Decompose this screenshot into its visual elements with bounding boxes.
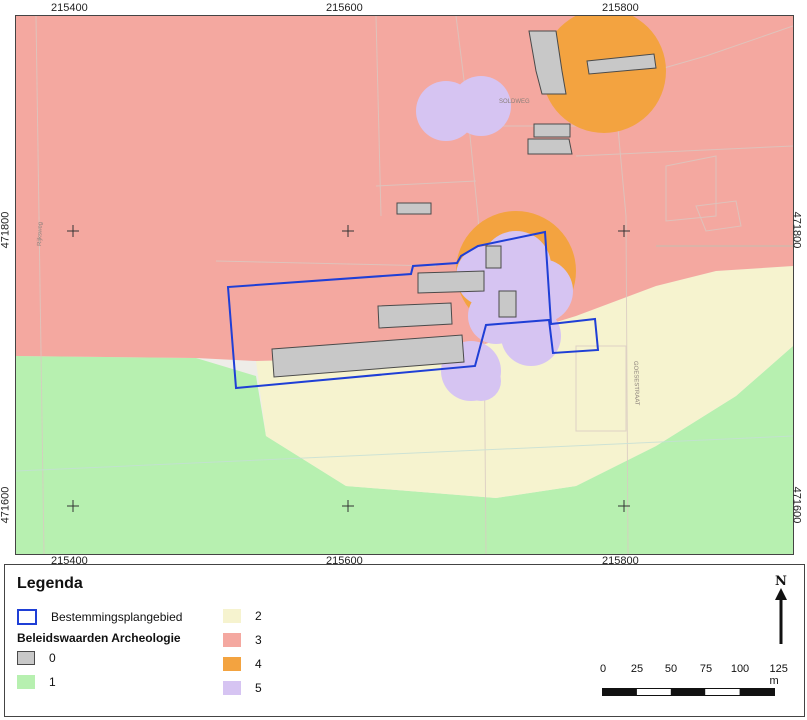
legend-swatch-boundary xyxy=(17,609,37,625)
scalebar-label-100: 100 xyxy=(730,663,750,675)
scalebar-label-50: 50 xyxy=(664,663,678,675)
legend-label-class-2: 2 xyxy=(255,609,262,623)
scalebar-label-125: 125 m xyxy=(769,663,788,687)
coord-top-x-3: 215800 xyxy=(602,2,639,14)
legend-swatch-class-1 xyxy=(17,675,35,689)
legend-label-boundary: Bestemmingsplangebied xyxy=(51,610,183,624)
north-arrow-letter: N xyxy=(775,574,787,589)
street-label-rijksweg: Rijksweg xyxy=(37,222,44,246)
coord-left-y-1: 471800 xyxy=(0,211,12,249)
map-canvas: SOLDWEG GOESESTRAAT Rijksweg xyxy=(16,16,793,554)
legend-section-title: Beleidswaarden Archeologie xyxy=(17,631,181,645)
coord-top-x-2: 215600 xyxy=(326,2,363,14)
legend-item-class-3: 3 xyxy=(223,633,262,647)
legend-label-class-3: 3 xyxy=(255,633,262,647)
coord-right-y-1: 471800 xyxy=(790,211,803,249)
legend-label-class-1: 1 xyxy=(49,675,56,689)
legend-item-class-5: 5 xyxy=(223,681,262,695)
scalebar-labels: 0 25 50 75 100 125 m xyxy=(0,663,807,687)
street-label-soldweg: SOLDWEG xyxy=(499,99,530,105)
coord-left-y-2: 471600 xyxy=(0,486,12,524)
scalebar-label-75: 75 xyxy=(699,663,713,675)
scalebar-label-0: 0 xyxy=(599,663,607,675)
scalebar-label-25: 25 xyxy=(630,663,644,675)
coord-top-x-1: 215400 xyxy=(51,2,88,14)
coord-right-y-2: 471600 xyxy=(790,486,803,524)
legend-item-class-1: 1 xyxy=(17,675,56,689)
legend-item-class-2: 2 xyxy=(223,609,262,623)
legend-swatch-class-2 xyxy=(223,609,241,623)
legend-swatch-class-3 xyxy=(223,633,241,647)
legend-title: Legenda xyxy=(17,575,83,592)
legend-label-class-5: 5 xyxy=(255,681,262,695)
legend-swatch-class-5 xyxy=(223,681,241,695)
north-arrow-icon xyxy=(775,588,787,644)
legend-item-boundary: Bestemmingsplangebied xyxy=(17,609,182,625)
scalebar xyxy=(602,688,775,696)
map-frame[interactable]: SOLDWEG GOESESTRAAT Rijksweg xyxy=(15,15,794,555)
